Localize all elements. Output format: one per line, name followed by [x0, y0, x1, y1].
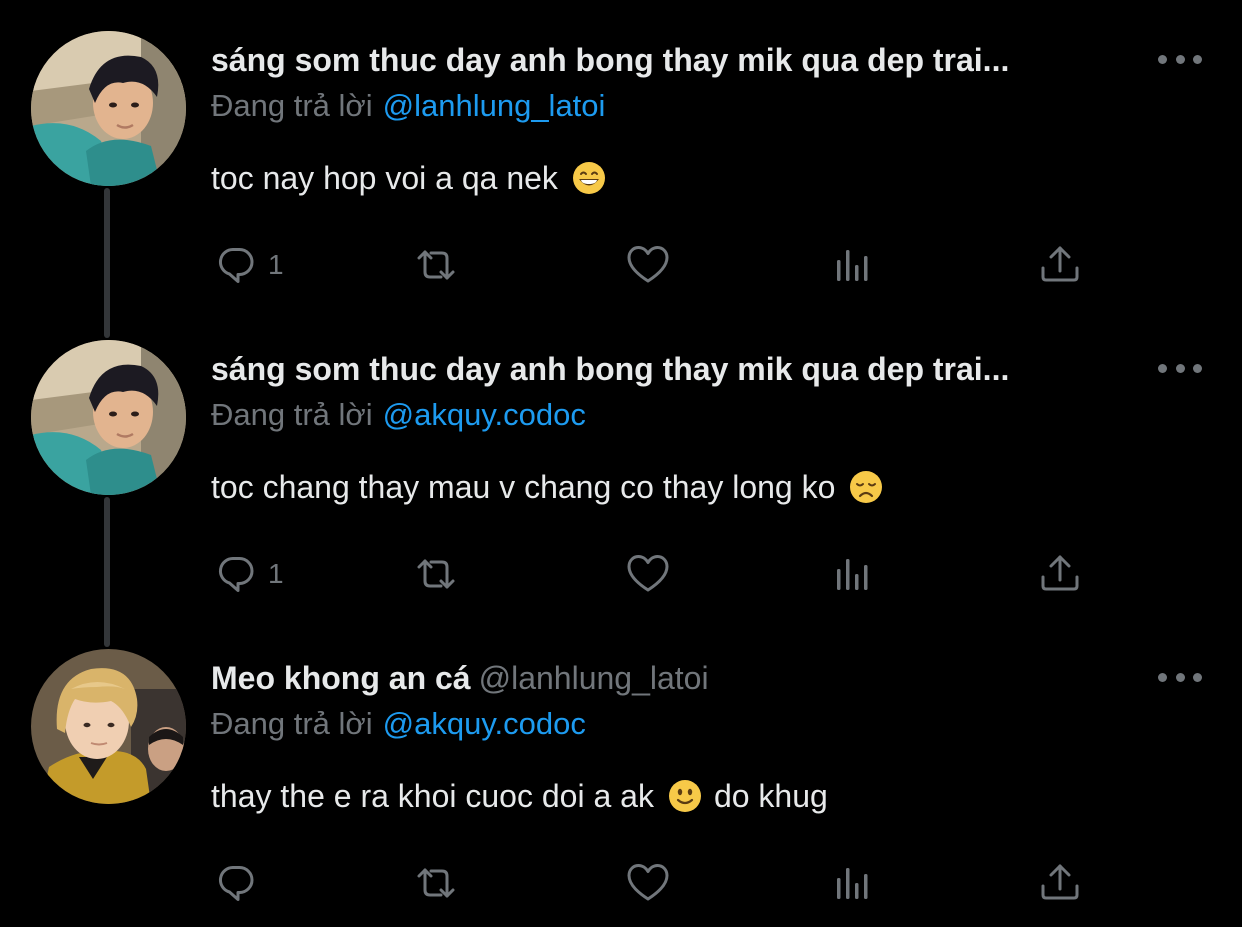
retweet-icon: [417, 559, 455, 589]
action-bar: 1: [0, 549, 1242, 599]
tweet[interactable]: Meo khong an cá @lanhlung_latoi Đang trả …: [0, 618, 1242, 927]
tweet-text: toc chang thay mau v chang co thay long …: [211, 467, 889, 507]
replying-to: Đang trả lời @lanhlung_latoi: [211, 86, 605, 126]
reply-count: 1: [268, 558, 284, 589]
tweet-text-body: toc nay hop voi a qa nek: [211, 160, 558, 196]
retweet-button[interactable]: [414, 240, 458, 290]
tweet-text: thay the e ra khoi cuoc doi a ak do khug: [211, 776, 828, 816]
retweet-button[interactable]: [414, 858, 458, 908]
replying-to-label: Đang trả lời: [211, 706, 373, 741]
more-options-icon[interactable]: [1158, 44, 1202, 74]
grinning-face-emoji: [572, 161, 606, 195]
reply-button[interactable]: 1: [214, 549, 284, 599]
share-button[interactable]: [1040, 549, 1084, 599]
avatar[interactable]: [31, 31, 186, 186]
tweet-text-body: toc chang thay mau v chang co thay long …: [211, 469, 836, 505]
tweet-header: Meo khong an cá @lanhlung_latoi: [211, 656, 709, 700]
author-name[interactable]: Meo khong an cá: [211, 660, 471, 696]
reply-button[interactable]: 1: [214, 240, 284, 290]
like-button[interactable]: [626, 549, 670, 599]
retweet-button[interactable]: [414, 549, 458, 599]
tweet[interactable]: sáng som thuc day anh bong thay mik qua …: [0, 0, 1242, 338]
tweet-text-body: thay the e ra khoi cuoc doi a ak: [211, 778, 654, 814]
reply-icon: [218, 556, 254, 592]
analytics-button[interactable]: [834, 858, 878, 908]
share-button[interactable]: [1040, 858, 1084, 908]
heart-icon: [627, 864, 669, 901]
avatar[interactable]: [31, 340, 186, 495]
more-options-icon[interactable]: [1158, 662, 1202, 692]
share-icon: [1041, 864, 1079, 900]
reply-count: 1: [268, 249, 284, 280]
mention-link[interactable]: @akquy.codoc: [383, 397, 586, 432]
replying-to-label: Đang trả lời: [211, 88, 373, 123]
mention-link[interactable]: @lanhlung_latoi: [383, 88, 606, 123]
heart-icon: [627, 246, 669, 283]
action-bar: [0, 858, 1242, 908]
author-handle[interactable]: @lanhlung_latoi: [479, 660, 709, 696]
reply-icon: [218, 247, 254, 283]
like-button[interactable]: [626, 240, 670, 290]
reply-icon: [218, 865, 254, 901]
tweet-header: sáng som thuc day anh bong thay mik qua …: [211, 38, 1009, 82]
slightly-smiling-face-emoji: [668, 779, 702, 813]
mention-link[interactable]: @akquy.codoc: [383, 706, 586, 741]
avatar[interactable]: [31, 649, 186, 804]
heart-icon: [627, 555, 669, 592]
more-options-icon[interactable]: [1158, 353, 1202, 383]
reply-button[interactable]: [214, 858, 258, 908]
share-icon: [1041, 555, 1079, 591]
retweet-icon: [417, 250, 455, 280]
analytics-icon: [837, 868, 868, 899]
author-name[interactable]: sáng som thuc day anh bong thay mik qua …: [211, 42, 1009, 78]
retweet-icon: [417, 868, 455, 898]
replying-to: Đang trả lời @akquy.codoc: [211, 395, 586, 435]
author-name[interactable]: sáng som thuc day anh bong thay mik qua …: [211, 351, 1009, 387]
share-icon: [1041, 246, 1079, 282]
analytics-icon: [837, 250, 868, 281]
disappointed-face-emoji: [849, 470, 883, 504]
tweet-text-tail: do khug: [713, 778, 828, 814]
replying-to: Đang trả lời @akquy.codoc: [211, 704, 586, 744]
analytics-icon: [837, 559, 868, 590]
tweet[interactable]: sáng som thuc day anh bong thay mik qua …: [0, 309, 1242, 647]
action-bar: 1: [0, 240, 1242, 290]
analytics-button[interactable]: [834, 240, 878, 290]
replying-to-label: Đang trả lời: [211, 397, 373, 432]
like-button[interactable]: [626, 858, 670, 908]
tweet-text: toc nay hop voi a qa nek: [211, 158, 612, 198]
tweet-header: sáng som thuc day anh bong thay mik qua …: [211, 347, 1009, 391]
analytics-button[interactable]: [834, 549, 878, 599]
share-button[interactable]: [1040, 240, 1084, 290]
